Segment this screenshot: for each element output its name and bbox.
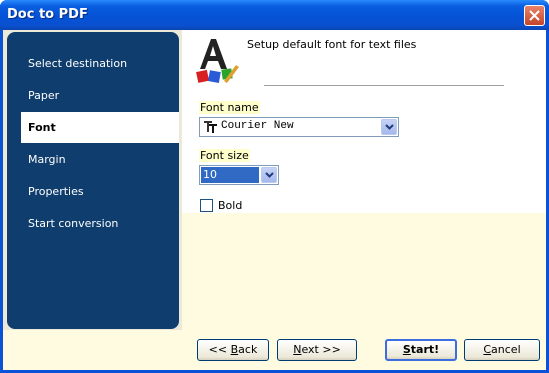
title-bar[interactable]: Doc to PDF (0, 0, 549, 30)
start-button-accesskey: S (402, 343, 411, 356)
sidebar-item-paper[interactable]: Paper (7, 80, 179, 111)
font-name-select[interactable]: Courier New (199, 117, 399, 137)
dialog-body: Select destination Paper Font Margin Pro… (3, 30, 546, 370)
bold-checkbox[interactable] (200, 199, 213, 212)
bold-label: Bold (218, 199, 243, 212)
app-window: Doc to PDF Select destination Paper Font… (0, 0, 549, 373)
start-button-rest: tart! (410, 343, 440, 356)
sidebar-item-margin[interactable]: Margin (7, 144, 179, 175)
next-button-rest: ext >> (301, 343, 341, 356)
font-name-value: Courier New (221, 120, 294, 132)
wizard-sidebar: Select destination Paper Font Margin Pro… (7, 32, 179, 329)
chevron-down-icon (264, 172, 274, 178)
font-size-label: Font size (199, 149, 250, 162)
close-button[interactable] (524, 5, 545, 26)
font-icon (196, 39, 239, 83)
sidebar-item-select-destination[interactable]: Select destination (7, 48, 179, 79)
cancel-button-rest: ancel (491, 343, 521, 356)
header-divider (264, 85, 504, 86)
truetype-font-icon (204, 121, 217, 133)
font-size-dropdown-button[interactable] (261, 167, 277, 183)
button-bar: << Back Next >> Start! Cancel (3, 330, 546, 370)
sidebar-item-properties[interactable]: Properties (7, 176, 179, 207)
font-page: Setup default font for text files Font n… (182, 30, 546, 330)
next-button[interactable]: Next >> (277, 339, 357, 361)
font-name-dropdown-button[interactable] (381, 119, 397, 135)
back-button-prefix: << (208, 343, 231, 356)
sidebar-item-start-conversion[interactable]: Start conversion (7, 208, 179, 239)
chevron-down-icon (384, 124, 394, 130)
cancel-button[interactable]: Cancel (464, 339, 540, 361)
font-name-label: Font name (199, 101, 260, 114)
font-size-select[interactable]: 10 (199, 165, 279, 185)
cancel-button-accesskey: C (483, 343, 492, 356)
font-size-value: 10 (201, 167, 259, 183)
back-button[interactable]: << Back (197, 339, 269, 361)
sidebar-item-font[interactable]: Font (21, 112, 179, 143)
close-icon (529, 10, 540, 21)
page-header: Setup default font for text files (247, 38, 417, 51)
start-button[interactable]: Start! (385, 339, 457, 361)
back-button-rest: ack (238, 343, 258, 356)
window-title: Doc to PDF (7, 7, 88, 22)
